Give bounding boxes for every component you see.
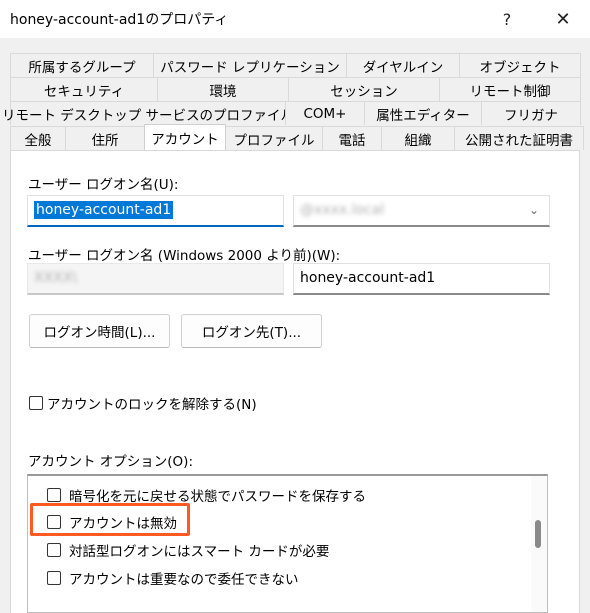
close-button[interactable]: ✕ bbox=[543, 6, 583, 32]
unlock-account-row[interactable]: アカウントのロックを解除する(N) bbox=[29, 393, 257, 413]
tab-row-2: セキュリティ 環境 セッション リモート制御 bbox=[10, 77, 581, 101]
tab-account[interactable]: アカウント bbox=[144, 124, 226, 150]
tab-object[interactable]: オブジェクト bbox=[459, 53, 581, 77]
unlock-account-checkbox[interactable] bbox=[29, 396, 43, 410]
tab-address[interactable]: 住所 bbox=[65, 126, 145, 150]
domain-suffix-combo[interactable]: @xxxx.local ⌄ bbox=[293, 195, 550, 227]
tab-profile[interactable]: プロファイル bbox=[225, 126, 323, 150]
tab-row-3: リモート デスクトップ サービスのプロファイル COM+ 属性エディター フリガ… bbox=[2, 101, 581, 125]
domain-suffix-value: @xxxx.local bbox=[300, 202, 385, 218]
option-smart-card-required[interactable]: 対話型ログオンにはスマート カードが必要 bbox=[47, 540, 329, 560]
tab-attribute-editor[interactable]: 属性エディター bbox=[364, 101, 482, 125]
logon-to-button[interactable]: ログオン先(T)... bbox=[181, 314, 322, 348]
help-button[interactable]: ? bbox=[487, 6, 527, 32]
tab-sessions[interactable]: セッション bbox=[288, 77, 440, 101]
option-checkbox[interactable] bbox=[47, 571, 61, 585]
tab-furigana[interactable]: フリガナ bbox=[481, 101, 581, 125]
tab-rds-profile[interactable]: リモート デスクトップ サービスのプロファイル bbox=[2, 101, 294, 125]
pre2000-name-input[interactable]: honey-account-ad1 bbox=[293, 263, 550, 295]
tab-password-replication[interactable]: パスワード レプリケーション bbox=[153, 53, 347, 77]
logon-hours-button[interactable]: ログオン時間(L)... bbox=[29, 314, 170, 348]
pre2000-domain-value: XXXX\ bbox=[34, 270, 78, 286]
chevron-down-icon[interactable]: ⌄ bbox=[529, 203, 539, 217]
pre2000-logon-label: ユーザー ログオン名 (Windows 2000 より前)(W): bbox=[28, 248, 341, 264]
highlight-annotation bbox=[30, 503, 190, 536]
option-sensitive-cannot-delegate[interactable]: アカウントは重要なので委任できない bbox=[47, 568, 299, 588]
tab-member-of[interactable]: 所属するグループ bbox=[10, 53, 154, 77]
tab-row-4: 全般 住所 アカウント プロファイル 電話 組織 公開された証明書 bbox=[10, 124, 584, 150]
logon-name-label: ユーザー ログオン名(U): bbox=[28, 177, 179, 193]
tab-organization[interactable]: 組織 bbox=[381, 126, 455, 150]
logon-name-value: honey-account-ad1 bbox=[34, 201, 174, 219]
pre2000-domain-input: XXXX\ bbox=[27, 263, 284, 295]
window-title: honey-account-ad1のプロパティ bbox=[10, 12, 229, 28]
option-checkbox[interactable] bbox=[47, 543, 61, 557]
logon-name-input[interactable]: honey-account-ad1 bbox=[27, 195, 284, 227]
option-label: 対話型ログオンにはスマート カードが必要 bbox=[69, 544, 330, 560]
tab-com-plus[interactable]: COM+ bbox=[285, 101, 365, 125]
pre2000-name-value: honey-account-ad1 bbox=[300, 270, 436, 286]
title-bar: honey-account-ad1のプロパティ ? ✕ bbox=[0, 0, 590, 38]
scroll-thumb[interactable] bbox=[535, 520, 541, 548]
option-label: アカウントは重要なので委任できない bbox=[69, 572, 299, 588]
tab-dial-in[interactable]: ダイヤルイン bbox=[346, 53, 460, 77]
tab-telephones[interactable]: 電話 bbox=[322, 126, 382, 150]
tab-general[interactable]: 全般 bbox=[10, 126, 66, 150]
option-label: 暗号化を元に戻せる状態でパスワードを保存する bbox=[69, 489, 366, 505]
option-reversible-encryption[interactable]: 暗号化を元に戻せる状態でパスワードを保存する bbox=[47, 485, 366, 505]
tab-environment[interactable]: 環境 bbox=[157, 77, 289, 101]
tab-security[interactable]: セキュリティ bbox=[10, 77, 158, 101]
tab-remote-control[interactable]: リモート制御 bbox=[439, 77, 581, 101]
tab-published-certificates[interactable]: 公開された証明書 bbox=[454, 126, 584, 150]
options-scrollbar[interactable] bbox=[531, 476, 547, 612]
option-checkbox[interactable] bbox=[47, 488, 61, 502]
tab-row-1: 所属するグループ パスワード レプリケーション ダイヤルイン オブジェクト bbox=[10, 53, 581, 77]
account-options-label: アカウント オプション(O): bbox=[28, 454, 193, 470]
unlock-account-label: アカウントのロックを解除する(N) bbox=[47, 397, 257, 413]
